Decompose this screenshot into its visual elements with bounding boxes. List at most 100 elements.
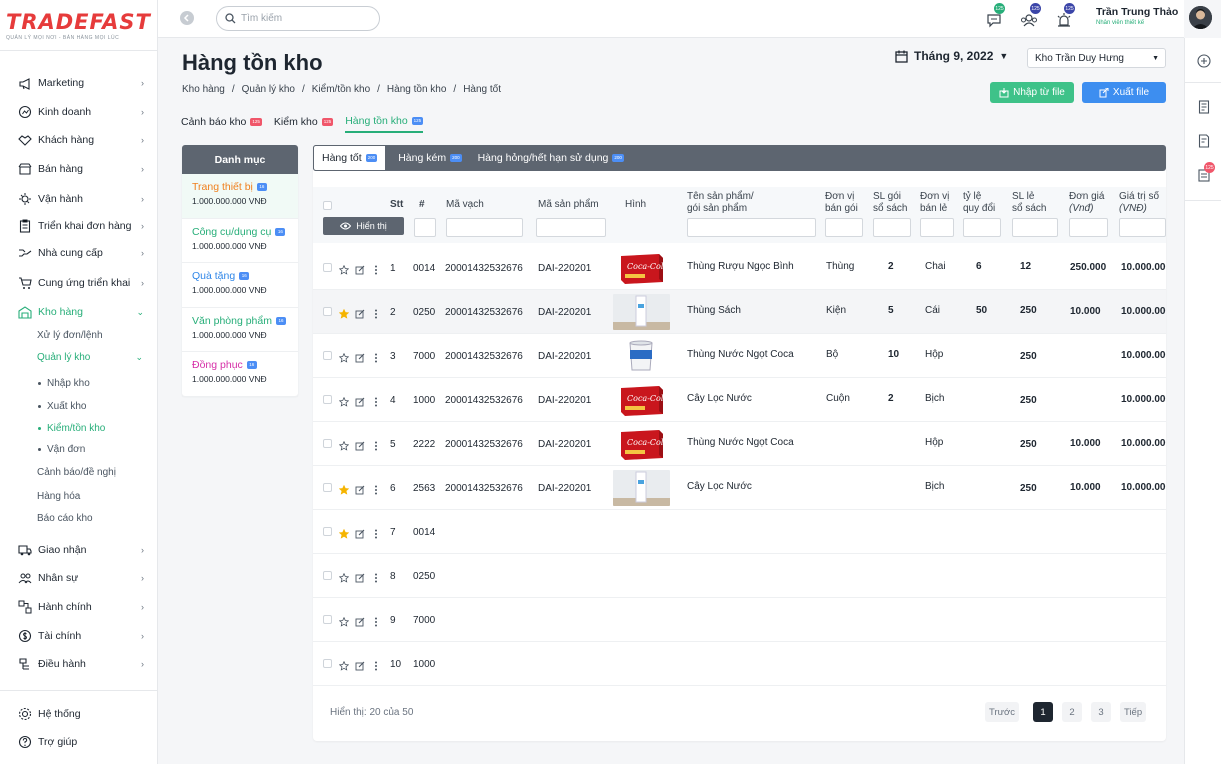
edit-button[interactable] bbox=[355, 482, 365, 500]
table-row[interactable]: 10 1000 bbox=[313, 642, 1166, 686]
edit-button[interactable] bbox=[355, 526, 365, 544]
breadcrumb-item[interactable]: Hàng tồn kho bbox=[387, 84, 447, 95]
row-checkbox[interactable] bbox=[323, 571, 332, 580]
table-row[interactable]: 7 0014 bbox=[313, 510, 1166, 554]
sidebar-item-shop[interactable]: Bán hàng › bbox=[18, 159, 144, 179]
filter-unit-input[interactable] bbox=[920, 218, 954, 237]
filter-qty-input[interactable] bbox=[1012, 218, 1058, 237]
product-thumbnail[interactable]: Coca-Cola bbox=[613, 426, 670, 462]
table-row[interactable]: 3 7000 20001432532676 DAI-220201 Thùng N… bbox=[313, 334, 1166, 378]
category-item[interactable]: Quà tặng 16 1.000.000.000 VNĐ bbox=[182, 263, 298, 308]
row-checkbox[interactable] bbox=[323, 483, 332, 492]
next-page-button[interactable]: Tiếp bbox=[1119, 702, 1147, 722]
favorite-button[interactable] bbox=[338, 482, 350, 500]
table-row[interactable]: 4 1000 20001432532676 DAI-220201 Coca-Co… bbox=[313, 378, 1166, 422]
favorite-button[interactable] bbox=[338, 262, 350, 280]
sidebar-sub-inventory-1[interactable]: Xuất kho bbox=[38, 401, 86, 412]
filter-sku-input[interactable] bbox=[536, 218, 606, 237]
row-checkbox[interactable] bbox=[323, 527, 332, 536]
edit-button[interactable] bbox=[355, 306, 365, 324]
import-file-button[interactable]: Nhập từ file bbox=[990, 82, 1074, 103]
product-thumbnail[interactable]: Coca-Cola bbox=[613, 382, 670, 418]
row-menu-button[interactable] bbox=[374, 350, 378, 368]
row-menu-button[interactable] bbox=[374, 614, 378, 632]
favorite-button[interactable] bbox=[338, 526, 350, 544]
export-file-button[interactable]: Xuất file bbox=[1082, 82, 1166, 103]
category-item[interactable]: Công cụ/dụng cụ 16 1.000.000.000 VNĐ bbox=[182, 219, 298, 263]
sidebar-item-megaphone[interactable]: Marketing › bbox=[18, 73, 144, 93]
row-menu-button[interactable] bbox=[374, 570, 378, 588]
tab-stock-check[interactable]: Kiểm kho 125 bbox=[274, 115, 334, 133]
sidebar-item-clipboard[interactable]: Triển khai đơn hàng › bbox=[18, 216, 144, 236]
sidebar-item-delivery[interactable]: Giao nhận › bbox=[18, 540, 144, 560]
tasks-button[interactable]: 125 bbox=[1197, 162, 1215, 182]
sidebar-item-business[interactable]: Kinh doanh › bbox=[18, 102, 144, 122]
row-checkbox[interactable] bbox=[323, 263, 332, 272]
product-thumbnail[interactable] bbox=[613, 470, 670, 506]
favorite-button[interactable] bbox=[338, 394, 350, 412]
favorite-button[interactable] bbox=[338, 614, 350, 632]
table-row[interactable]: 9 7000 bbox=[313, 598, 1166, 642]
favorite-button[interactable] bbox=[338, 658, 350, 676]
edit-button[interactable] bbox=[355, 438, 365, 456]
filter-hash-input[interactable] bbox=[414, 218, 436, 237]
filter-price-input[interactable] bbox=[1069, 218, 1108, 237]
sidebar-sub-warehouse-2[interactable]: Báo cáo kho bbox=[37, 513, 93, 524]
filter-value-input[interactable] bbox=[1119, 218, 1166, 237]
warehouse-select[interactable]: Kho Trần Duy Hưng ▼ bbox=[1027, 48, 1166, 68]
sidebar-sub-inventory-0[interactable]: Nhập kho bbox=[38, 378, 90, 389]
page-3-button[interactable]: 3 bbox=[1090, 702, 1111, 722]
sidebar-item-people[interactable]: Nhân sự › bbox=[18, 568, 144, 588]
row-checkbox[interactable] bbox=[323, 395, 332, 404]
select-all-checkbox[interactable] bbox=[323, 201, 332, 210]
subtab-poor-goods[interactable]: Hàng kém 200 bbox=[386, 145, 469, 171]
row-checkbox[interactable] bbox=[323, 307, 332, 316]
alerts-button[interactable]: 125 bbox=[1056, 3, 1075, 28]
favorite-button[interactable] bbox=[338, 306, 350, 324]
favorite-button[interactable] bbox=[338, 438, 350, 456]
edit-button[interactable] bbox=[355, 614, 365, 632]
add-button[interactable] bbox=[1197, 54, 1211, 68]
tab-warehouse-alerts[interactable]: Cảnh báo kho 125 bbox=[181, 115, 262, 133]
edit-button[interactable] bbox=[355, 394, 365, 412]
row-menu-button[interactable] bbox=[374, 306, 378, 324]
collapse-sidebar-button[interactable] bbox=[180, 11, 194, 25]
notes-button[interactable] bbox=[1197, 134, 1211, 148]
sidebar-item-help[interactable]: Trợ giúp bbox=[18, 732, 144, 752]
row-checkbox[interactable] bbox=[323, 615, 332, 624]
table-row[interactable]: 6 2563 20001432532676 DAI-220201 Cây Lọc… bbox=[313, 466, 1166, 510]
avatar[interactable] bbox=[1189, 6, 1212, 29]
edit-button[interactable] bbox=[355, 658, 365, 676]
team-button[interactable]: 125 bbox=[1020, 3, 1041, 28]
sidebar-item-cart[interactable]: Cung ứng triển khai › bbox=[18, 273, 144, 293]
row-menu-button[interactable] bbox=[374, 482, 378, 500]
row-checkbox[interactable] bbox=[323, 439, 332, 448]
favorite-button[interactable] bbox=[338, 570, 350, 588]
category-item[interactable]: Trang thiết bị 16 1.000.000.000 VNĐ bbox=[182, 174, 298, 219]
edit-button[interactable] bbox=[355, 570, 365, 588]
filter-barcode-input[interactable] bbox=[446, 218, 523, 237]
row-checkbox[interactable] bbox=[323, 351, 332, 360]
page-1-button[interactable]: 1 bbox=[1032, 702, 1053, 722]
table-row[interactable]: 1 0014 20001432532676 DAI-220201 Coca-Co… bbox=[313, 246, 1166, 290]
edit-button[interactable] bbox=[355, 350, 365, 368]
row-menu-button[interactable] bbox=[374, 658, 378, 676]
breadcrumb-item[interactable]: Quản lý kho bbox=[242, 84, 295, 95]
sidebar-item-admin[interactable]: Hành chính › bbox=[18, 597, 144, 617]
product-thumbnail[interactable] bbox=[613, 294, 670, 330]
breadcrumb-item[interactable]: Kho hàng bbox=[182, 84, 225, 95]
sidebar-sub-inventory-2[interactable]: Kiểm/tồn kho bbox=[38, 423, 105, 434]
tab-inventory[interactable]: Hàng tồn kho 125 bbox=[345, 115, 424, 133]
sidebar-sub-warehouse-1[interactable]: Hàng hóa bbox=[37, 491, 80, 502]
sidebar-item-supplier[interactable]: Nhà cung cấp › bbox=[18, 243, 144, 263]
sidebar-item-handshake[interactable]: Khách hàng › bbox=[18, 130, 144, 150]
row-menu-button[interactable] bbox=[374, 438, 378, 456]
row-menu-button[interactable] bbox=[374, 526, 378, 544]
sidebar-sub-warehouse-management[interactable]: Quản lý kho ⌄ bbox=[37, 352, 143, 363]
sidebar-item-gear[interactable]: Hệ thống bbox=[18, 704, 144, 724]
show-columns-button[interactable]: Hiển thị bbox=[323, 217, 404, 235]
filter-pack-qty-input[interactable] bbox=[873, 218, 911, 237]
prev-page-button[interactable]: Trước bbox=[985, 702, 1019, 722]
messages-button[interactable]: 125 bbox=[986, 3, 1005, 28]
table-row[interactable]: 8 0250 bbox=[313, 554, 1166, 598]
